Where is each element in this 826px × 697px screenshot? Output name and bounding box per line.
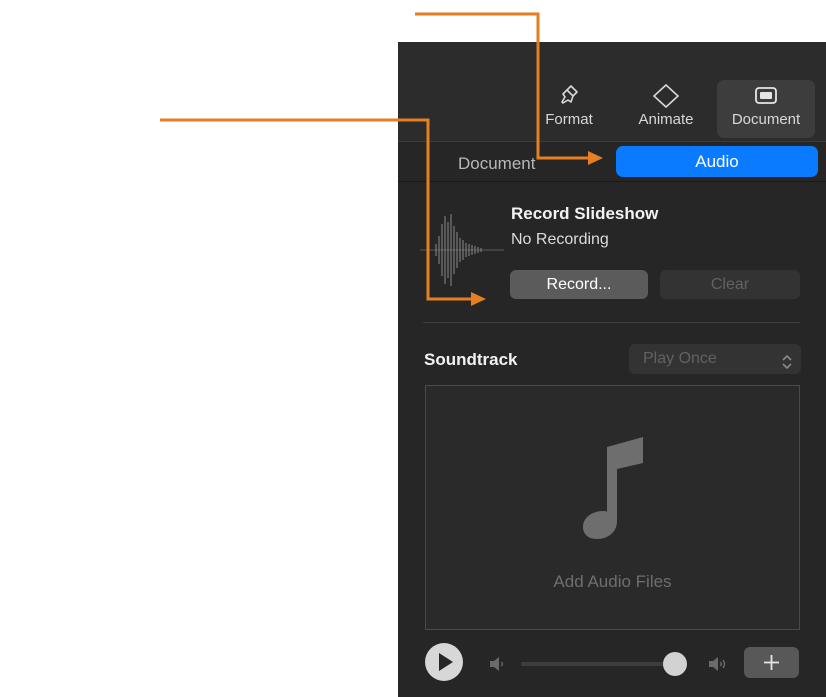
document-icon: [717, 82, 815, 110]
play-icon: [439, 653, 453, 671]
tab-document[interactable]: Document: [458, 154, 535, 174]
plus-icon: [764, 655, 779, 670]
waveform-icon: [418, 210, 506, 295]
animate-label: Animate: [638, 111, 694, 128]
format-label: Format: [545, 111, 593, 128]
music-note-icon: [579, 433, 649, 548]
recording-status: No Recording: [511, 231, 609, 248]
inspector-toolbar: Format Animate Document: [398, 42, 826, 142]
format-tab-button[interactable]: Format: [538, 82, 600, 128]
clear-button[interactable]: Clear: [660, 270, 800, 299]
play-button[interactable]: [425, 643, 463, 681]
soundtrack-label: Soundtrack: [424, 350, 518, 369]
speaker-high-icon: [707, 654, 729, 679]
animate-tab-button[interactable]: Animate: [630, 82, 702, 128]
add-audio-button[interactable]: [744, 647, 799, 678]
record-button[interactable]: Record...: [510, 270, 648, 299]
chevron-updown-icon: [781, 351, 793, 381]
tab-audio[interactable]: Audio: [616, 146, 818, 177]
volume-slider[interactable]: [521, 662, 681, 666]
document-tab-button[interactable]: Document: [717, 80, 815, 138]
volume-slider-knob[interactable]: [663, 652, 687, 676]
divider: [423, 322, 800, 323]
soundtrack-mode-value: Play Once: [643, 350, 717, 367]
speaker-low-icon: [488, 654, 506, 679]
record-slideshow-title: Record Slideshow: [511, 204, 659, 223]
soundtrack-mode-select[interactable]: Play Once: [629, 344, 801, 374]
paintbrush-icon: [538, 82, 600, 110]
diamond-icon: [630, 82, 702, 110]
audio-drop-zone[interactable]: Add Audio Files: [425, 385, 800, 630]
add-audio-files-label: Add Audio Files: [553, 572, 672, 591]
inspector-panel: Format Animate Document Document Audio R…: [398, 42, 826, 697]
document-label: Document: [731, 111, 801, 128]
